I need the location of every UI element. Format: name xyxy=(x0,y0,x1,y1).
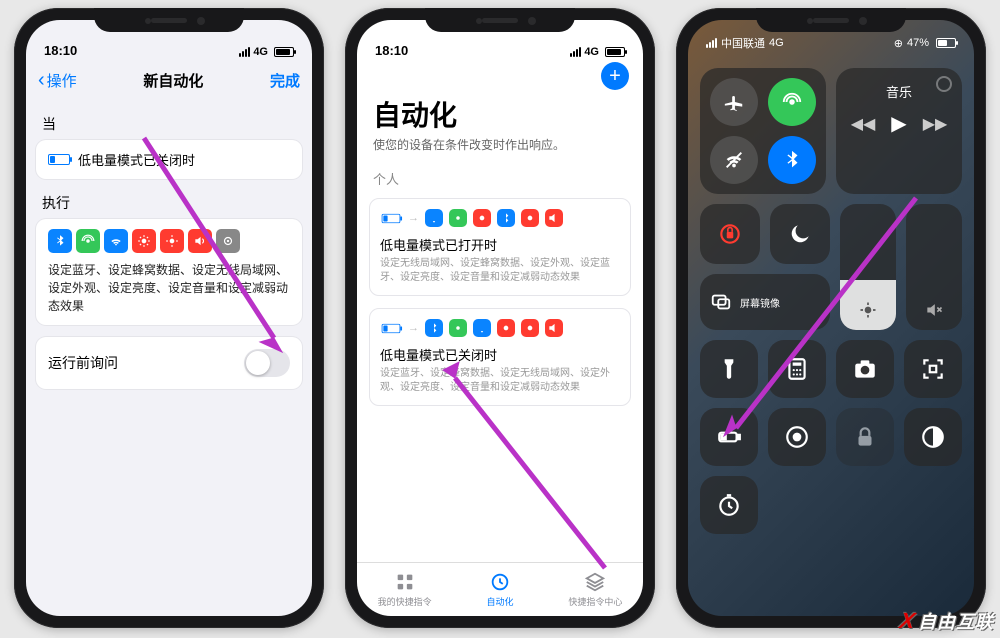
next-track-button[interactable]: ▶▶ xyxy=(923,114,948,134)
status-net: 4G xyxy=(769,37,784,49)
bluetooth-tile xyxy=(425,319,443,337)
status-battery-pct: 47% xyxy=(907,37,929,49)
watermark: X自由互联 xyxy=(900,608,994,634)
status-carrier: 中国联通 xyxy=(721,35,765,51)
signal-icon xyxy=(239,47,250,57)
done-button[interactable]: 完成 xyxy=(270,70,300,91)
timer-button[interactable] xyxy=(700,476,758,534)
brightness-tile-2 xyxy=(521,319,539,337)
cellular-tile xyxy=(76,229,100,253)
phone-3-frame: 中国联通 4G ⊕ 47% xyxy=(676,8,986,628)
bluetooth-tile xyxy=(48,229,72,253)
navbar: ‹ 操作 新自动化 完成 xyxy=(26,60,312,100)
annotation-arrow xyxy=(706,178,936,458)
battery-icon xyxy=(274,47,294,57)
arrow-icon: → xyxy=(408,212,419,224)
annotation-arrow xyxy=(425,348,625,588)
automation-title: 低电量模式已打开时 xyxy=(380,235,620,254)
section-personal: 个人 xyxy=(357,163,643,192)
nav-title: 新自动化 xyxy=(143,70,203,91)
play-button[interactable]: ▶ xyxy=(891,111,906,136)
tab-label: 自动化 xyxy=(486,595,513,608)
phone-2-frame: 18:10 4G + 自动化 使您的设备在条件改变时作出响应。 个人 → xyxy=(345,8,655,628)
battery-low-icon xyxy=(382,213,401,222)
grid-icon xyxy=(394,571,416,593)
back-label: 操作 xyxy=(47,70,77,91)
battery-low-icon xyxy=(48,154,70,165)
music-label: 音乐 xyxy=(886,82,912,101)
bluetooth-button[interactable] xyxy=(768,136,816,184)
arrow-icon: → xyxy=(408,322,419,334)
automation-card-1[interactable]: → 低电量模式已打开时 设定无线局域网、设定蜂窝数据、设定外观、设定蓝牙、设定亮… xyxy=(369,198,631,296)
wifi-tile xyxy=(104,229,128,253)
cellular-tile xyxy=(449,319,467,337)
lock-icon: ⊕ xyxy=(894,37,903,50)
tab-label: 我的快捷指令 xyxy=(378,595,432,608)
wifi-tile xyxy=(425,209,443,227)
status-bar: 18:10 4G xyxy=(26,20,312,60)
tab-label: 快捷指令中心 xyxy=(568,595,622,608)
status-time: 18:10 xyxy=(44,43,77,58)
battery-icon xyxy=(605,47,625,57)
status-bar: 中国联通 4G ⊕ 47% xyxy=(688,20,974,64)
brightness-tile-2 xyxy=(521,209,539,227)
page-subtitle: 使您的设备在条件改变时作出响应。 xyxy=(357,136,643,163)
prev-track-button[interactable]: ◀◀ xyxy=(851,114,876,134)
brightness-tile xyxy=(473,209,491,227)
back-button[interactable]: ‹ 操作 xyxy=(38,70,77,91)
chevron-left-icon: ‹ xyxy=(38,70,45,90)
automation-desc: 设定无线局域网、设定蜂窝数据、设定外观、设定蓝牙、设定亮度、设定音量和设定减弱动… xyxy=(380,257,620,285)
volume-tile xyxy=(545,209,563,227)
cellular-button[interactable] xyxy=(768,78,816,126)
ask-label: 运行前询问 xyxy=(48,353,118,373)
music-panel[interactable]: 音乐 ◀◀ ▶ ▶▶ xyxy=(836,68,962,194)
page-title: 自动化 xyxy=(357,90,643,136)
signal-icon xyxy=(706,38,717,48)
add-automation-button[interactable]: + xyxy=(601,62,629,90)
annotation-arrow xyxy=(134,128,304,368)
connectivity-panel[interactable] xyxy=(700,68,826,194)
signal-icon xyxy=(570,47,581,57)
volume-tile xyxy=(545,319,563,337)
bluetooth-tile xyxy=(497,209,515,227)
cellular-tile xyxy=(449,209,467,227)
wifi-tile xyxy=(473,319,491,337)
battery-low-icon xyxy=(382,323,401,332)
brightness-tile xyxy=(497,319,515,337)
status-bar: 18:10 4G xyxy=(357,20,643,60)
status-net: 4G xyxy=(253,46,268,58)
status-net: 4G xyxy=(584,46,599,58)
phone-1-frame: 18:10 4G ‹ 操作 新自动化 完成 当 低电量模式已关闭时 执行 xyxy=(14,8,324,628)
status-time: 18:10 xyxy=(375,43,408,58)
wifi-button[interactable] xyxy=(710,136,758,184)
timer-icon xyxy=(716,492,742,518)
battery-icon xyxy=(936,38,956,48)
airplay-icon[interactable] xyxy=(936,76,952,92)
airplane-button[interactable] xyxy=(710,78,758,126)
